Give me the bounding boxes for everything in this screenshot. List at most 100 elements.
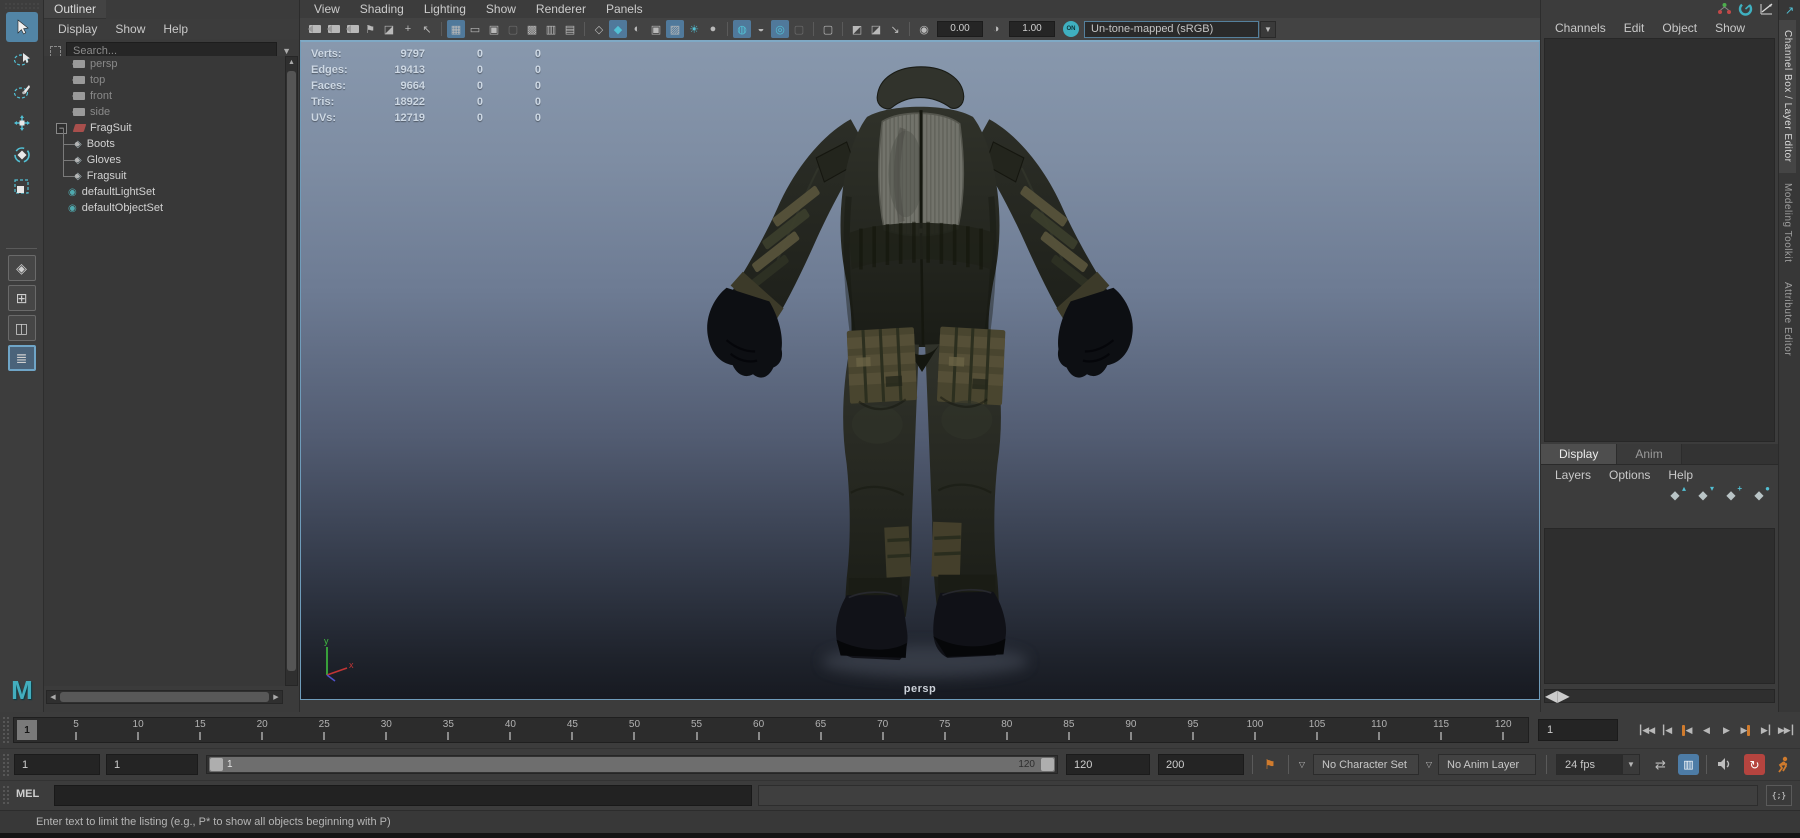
menu-help[interactable]: Help (155, 20, 196, 38)
exposure-field[interactable]: 0.00 (937, 21, 983, 37)
mute-audio-icon[interactable] (1714, 754, 1735, 775)
menu-panels[interactable]: Panels (598, 0, 651, 18)
time-slider-grip[interactable] (2, 716, 10, 744)
paint-select-tool[interactable] (6, 76, 38, 106)
motion-blur-icon[interactable]: ◒ (752, 20, 770, 38)
step-forward-frame-button[interactable]: ▶┃ (1756, 718, 1776, 742)
outliner-item-defaultobjectset[interactable]: ◉defaultObjectSet (44, 200, 285, 216)
tab-display[interactable]: Display (1541, 444, 1617, 464)
menu-help[interactable]: Help (1660, 466, 1701, 484)
anim-layer-caret-icon[interactable]: ▽ (1421, 755, 1437, 774)
script-editor-icon[interactable]: {;} (1766, 785, 1792, 806)
menu-view[interactable]: View (306, 0, 348, 18)
safe-title-icon[interactable]: ▤ (561, 20, 579, 38)
viewport-canvas[interactable]: Verts:979700Edges:1941300Faces:966400Tri… (300, 40, 1540, 700)
outliner-item-fragsuit[interactable]: −FragSuit (44, 120, 285, 136)
outliner-item-side[interactable]: side (44, 104, 285, 120)
shadows-icon[interactable]: ● (704, 20, 722, 38)
menu-show[interactable]: Show (1707, 19, 1753, 37)
outliner-item-persp[interactable]: persp (44, 56, 285, 72)
pop-out-icon[interactable]: ↘ (886, 20, 904, 38)
outliner-item-boots[interactable]: ◈Boots (44, 136, 285, 152)
tab-anim[interactable]: Anim (1617, 444, 1681, 464)
select-tool[interactable] (6, 12, 38, 42)
range-start-handle[interactable] (210, 758, 223, 771)
outliner-item-fragsuit[interactable]: ◈Fragsuit (44, 168, 285, 184)
command-language-toggle[interactable]: MEL (16, 788, 39, 800)
expander-icon[interactable]: − (56, 123, 67, 134)
lock-camera-icon[interactable] (323, 20, 341, 38)
step-forward-key-button[interactable]: ▶ (1736, 718, 1756, 742)
move-layer-down-icon[interactable]: ◆▾ (1694, 488, 1712, 502)
step-back-frame-button[interactable]: ┃◀ (1656, 718, 1676, 742)
menu-display[interactable]: Display (50, 20, 105, 38)
outliner-item-gloves[interactable]: ◈Gloves (44, 152, 285, 168)
scale-tool[interactable] (6, 172, 38, 202)
playblast-icon[interactable]: ▥ (1678, 754, 1699, 775)
command-input[interactable] (54, 785, 752, 806)
pan-zoom-icon[interactable]: + (399, 20, 417, 38)
fragsuit-model[interactable] (696, 60, 1144, 692)
field-chart-icon[interactable]: ▩ (523, 20, 541, 38)
search-options-caret-icon[interactable]: ▼ (282, 46, 293, 56)
menu-object[interactable]: Object (1654, 19, 1705, 37)
range-slider-grip[interactable] (2, 753, 10, 776)
outliner-vertical-scrollbar[interactable]: ▲ (285, 56, 298, 686)
channel-box-area[interactable] (1544, 38, 1775, 442)
new-layer-from-selected-icon[interactable]: ◆● (1750, 488, 1768, 502)
animation-preferences-icon[interactable] (1772, 754, 1793, 775)
menu-show[interactable]: Show (478, 0, 524, 18)
exposure-icon[interactable]: ◉ (915, 20, 933, 38)
gate-mask-icon[interactable]: ▢ (504, 20, 522, 38)
toolbox-grip[interactable] (4, 2, 39, 10)
animation-end-field[interactable] (1158, 754, 1244, 775)
pen-icon[interactable]: ↗ (1779, 0, 1800, 20)
go-to-start-button[interactable]: ┃◀◀ (1636, 718, 1656, 742)
tonemap-dropdown[interactable]: Un-tone-mapped (sRGB) (1084, 21, 1259, 38)
lighting-icon[interactable]: ☀ (685, 20, 703, 38)
layer-horizontal-scrollbar[interactable]: ◀ ▶ (1544, 689, 1775, 703)
move-tool[interactable] (6, 108, 38, 138)
auto-keyframe-icon[interactable]: ↻ (1744, 754, 1765, 775)
range-slider[interactable]: 1 120 (206, 755, 1058, 774)
color-nodes-icon[interactable] (1717, 2, 1732, 16)
anti-alias-icon[interactable]: ◎ (771, 20, 789, 38)
wireframe-on-shaded-icon[interactable]: ▨ (666, 20, 684, 38)
outliner-item-front[interactable]: front (44, 88, 285, 104)
grid-icon[interactable]: ▦ (447, 20, 465, 38)
scroll-left-icon[interactable]: ◀ (47, 693, 59, 701)
graph-icon[interactable] (1759, 2, 1774, 16)
animation-start-field[interactable] (14, 754, 100, 775)
command-line-grip[interactable] (2, 785, 10, 806)
scroll-up-icon[interactable]: ▲ (286, 57, 297, 69)
menu-lighting[interactable]: Lighting (416, 0, 474, 18)
xray-joints-icon[interactable]: ◪ (867, 20, 885, 38)
fps-caret-icon[interactable]: ▼ (1622, 754, 1640, 775)
textured-icon[interactable]: ◐ (628, 20, 646, 38)
range-slider-track[interactable]: 1 120 (209, 757, 1055, 772)
camera-attributes-icon[interactable] (342, 20, 360, 38)
use-default-material-icon[interactable]: ▣ (647, 20, 665, 38)
go-to-end-button[interactable]: ▶▶┃ (1776, 718, 1796, 742)
tonemap-caret-icon[interactable]: ▼ (1260, 21, 1276, 38)
select-camera-icon[interactable] (304, 20, 322, 38)
gamma-field[interactable]: 1.00 (1009, 21, 1055, 37)
range-end-handle[interactable] (1041, 758, 1054, 771)
film-gate-icon[interactable]: ▭ (466, 20, 484, 38)
side-tab-channel-box-layer-editor[interactable]: Channel Box / Layer Editor (1779, 20, 1796, 173)
xray-icon[interactable]: ◩ (848, 20, 866, 38)
safe-action-icon[interactable]: ▥ (542, 20, 560, 38)
smooth-shade-icon[interactable]: ◆ (609, 20, 627, 38)
resolution-gate-icon[interactable]: ▣ (485, 20, 503, 38)
time-slider-ruler[interactable]: 5101520253035404550556065707580859095100… (13, 717, 1529, 743)
two-pane-layout[interactable]: ◫ (8, 315, 36, 341)
fps-field[interactable]: 24 fps (1556, 754, 1622, 775)
current-frame-indicator[interactable]: 1 (17, 720, 37, 740)
image-plane-icon[interactable]: ◪ (380, 20, 398, 38)
play-forwards-button[interactable]: ▶ (1716, 718, 1736, 742)
lasso-select-tool[interactable] (6, 44, 38, 74)
playback-loop-icon[interactable]: ⇄ (1650, 754, 1671, 775)
scroll-left-icon[interactable]: ◀ (1545, 686, 1557, 706)
single-pane-layout[interactable]: ◈ (8, 255, 36, 281)
step-back-key-button[interactable]: ◀ (1676, 718, 1696, 742)
